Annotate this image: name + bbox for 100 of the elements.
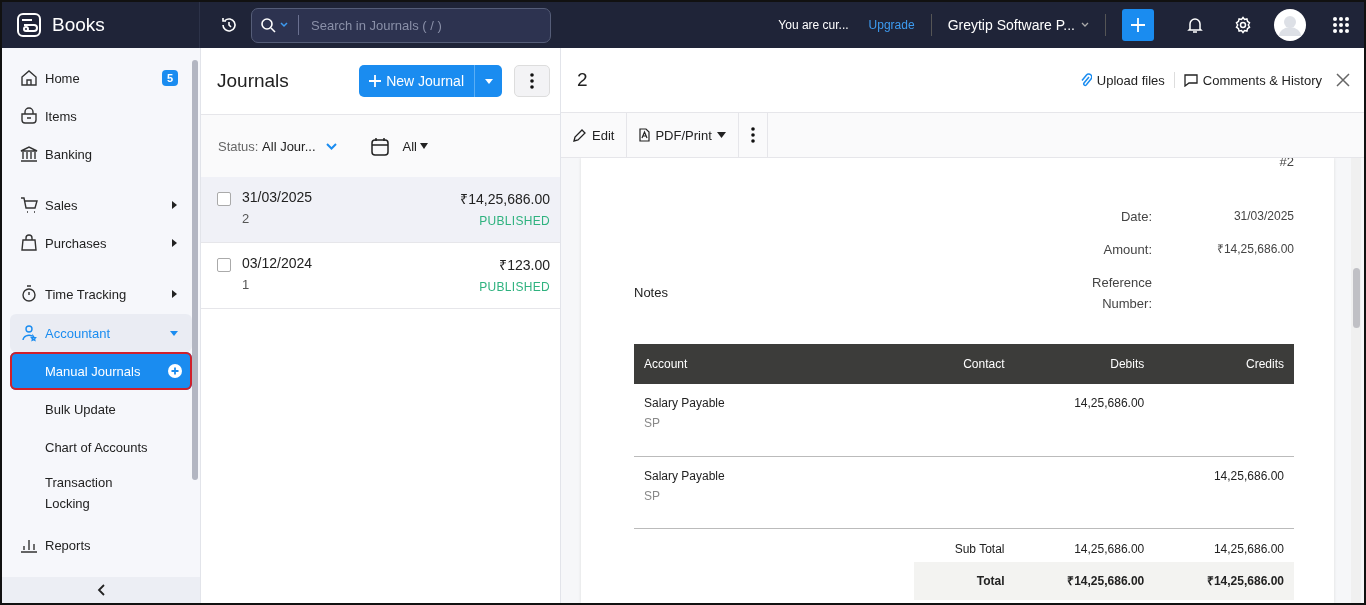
comments-history-link[interactable]: Comments & History xyxy=(1183,72,1322,88)
nav-item[interactable]: Purchases xyxy=(10,224,192,262)
caret-down-icon xyxy=(420,143,428,149)
caret-down-icon xyxy=(170,329,178,337)
column-header: Account xyxy=(634,344,914,384)
nav-icon xyxy=(20,324,38,342)
field-label: Date: xyxy=(1119,208,1152,226)
app-grid-icon[interactable] xyxy=(1332,16,1350,34)
status-label: PUBLISHED xyxy=(479,280,550,294)
period-dropdown[interactable]: All xyxy=(402,138,428,154)
app-name: Books xyxy=(52,14,105,36)
journal-row[interactable]: 03/12/2024 1 ₹123.00 PUBLISHED xyxy=(201,243,560,309)
sub-nav-item[interactable]: Transaction Locking xyxy=(10,466,192,520)
nav-icon xyxy=(20,285,38,303)
notes-label: Notes xyxy=(634,285,669,302)
journal-amount: ₹14,25,686.00 xyxy=(460,190,550,208)
sub-nav-item[interactable]: Chart of Accounts xyxy=(10,428,192,466)
nav-label: Sales xyxy=(45,197,79,213)
status-filter[interactable]: Status: All Jour... xyxy=(218,138,316,154)
avatar-icon[interactable] xyxy=(1274,9,1306,41)
books-logo-icon xyxy=(16,12,42,38)
field-label: Amount: xyxy=(1102,241,1152,259)
close-icon[interactable] xyxy=(1336,73,1350,87)
pdf-print-button[interactable]: PDF/Print xyxy=(627,113,739,157)
nav-label: Home xyxy=(45,70,81,86)
chevron-left-icon xyxy=(97,584,105,596)
page-title: Journals xyxy=(217,70,290,92)
nav-icon xyxy=(20,69,38,87)
edit-button[interactable]: Edit xyxy=(561,113,628,157)
caret-down-icon xyxy=(716,132,726,138)
chevron-down-icon[interactable] xyxy=(325,142,337,150)
account-name: Salary Payable xyxy=(644,468,726,483)
new-dropdown-button[interactable] xyxy=(474,65,502,97)
upgrade-link[interactable]: Upgrade xyxy=(868,18,915,32)
field-value: 31/03/2025 xyxy=(1232,208,1294,225)
scrollbar[interactable] xyxy=(192,60,198,480)
account-code: SP xyxy=(644,488,661,503)
comment-icon xyxy=(1183,73,1198,87)
nav-item[interactable]: Home 5 xyxy=(10,59,192,97)
row-checkbox[interactable] xyxy=(217,192,231,206)
nav-icon xyxy=(20,107,38,125)
calendar-icon[interactable] xyxy=(370,136,389,156)
row-checkbox[interactable] xyxy=(217,258,231,272)
field-value: ₹14,25,686.00 xyxy=(1215,241,1294,258)
nav-label: Items xyxy=(45,108,78,124)
table-cell: ₹14,25,686.00 xyxy=(1206,574,1284,588)
nav-icon xyxy=(20,234,38,252)
column-header: Credits xyxy=(1154,344,1294,384)
search-icon xyxy=(260,17,276,33)
table-cell: 14,25,686.00 xyxy=(1074,541,1145,556)
journal-row[interactable]: 31/03/2025 2 ₹14,25,686.00 PUBLISHED xyxy=(201,177,560,243)
nav-item[interactable]: Items xyxy=(10,97,192,135)
nav-label: Time Tracking xyxy=(45,286,128,302)
nav-item[interactable]: Time Tracking xyxy=(10,275,192,313)
scrollbar[interactable] xyxy=(1351,158,1361,603)
history-icon[interactable] xyxy=(220,16,238,34)
field-label: Reference Number: xyxy=(1091,274,1152,313)
nav-item[interactable]: Reports xyxy=(10,526,192,564)
caret-right-icon xyxy=(170,239,178,247)
caret-right-icon xyxy=(170,290,178,298)
search-bar[interactable]: Search in Journals ( / ) xyxy=(251,7,551,43)
more-vertical-icon xyxy=(750,127,755,143)
account-name: Salary Payable xyxy=(644,396,726,410)
pdf-icon xyxy=(639,128,651,142)
nav-item[interactable]: Banking xyxy=(10,135,192,173)
journal-number: 2 xyxy=(242,211,251,226)
nav-label: Banking xyxy=(45,146,93,162)
trial-notice: You are cur... xyxy=(778,18,849,32)
subtotal-label: Sub Total xyxy=(954,541,1005,556)
chevron-down-icon xyxy=(1081,22,1089,28)
count-badge: 5 xyxy=(161,70,178,86)
more-options-button[interactable] xyxy=(514,65,550,97)
table-cell: 14,25,686.00 xyxy=(1213,468,1284,483)
paperclip-icon xyxy=(1079,72,1092,88)
sub-nav-item[interactable]: Bulk Update xyxy=(10,390,192,428)
notification-bell-icon[interactable] xyxy=(1186,16,1204,34)
column-header: Debits xyxy=(1014,344,1155,384)
plus-icon xyxy=(1129,16,1147,34)
nav-label: Reports xyxy=(45,537,92,553)
nav-label: Accountant xyxy=(45,325,112,341)
organization-dropdown[interactable]: Greytip Software P... xyxy=(947,17,1089,33)
quick-create-button[interactable] xyxy=(1122,9,1154,41)
journal-date: 03/12/2024 xyxy=(242,255,314,271)
plus-icon xyxy=(369,75,382,87)
table-cell: 14,25,686.00 xyxy=(1213,541,1284,556)
upload-files-link[interactable]: Upload files xyxy=(1079,72,1165,88)
journal-date: 31/03/2025 xyxy=(242,189,314,205)
nav-label: Purchases xyxy=(45,235,108,251)
table-cell: ₹14,25,686.00 xyxy=(1067,574,1145,588)
journal-number: 1 xyxy=(242,277,251,292)
nav-item[interactable]: Sales xyxy=(10,186,192,224)
add-circle-icon[interactable] xyxy=(168,364,182,378)
search-field[interactable]: Search in Journals ( / ) xyxy=(309,16,543,34)
journal-title: 2 xyxy=(577,69,588,91)
settings-icon[interactable] xyxy=(1234,16,1252,34)
status-label: PUBLISHED xyxy=(479,214,550,228)
account-code: SP xyxy=(644,416,661,430)
nav-icon xyxy=(20,196,38,214)
table-cell: 14,25,686.00 xyxy=(1074,396,1145,410)
chevron-down-icon xyxy=(280,22,288,28)
